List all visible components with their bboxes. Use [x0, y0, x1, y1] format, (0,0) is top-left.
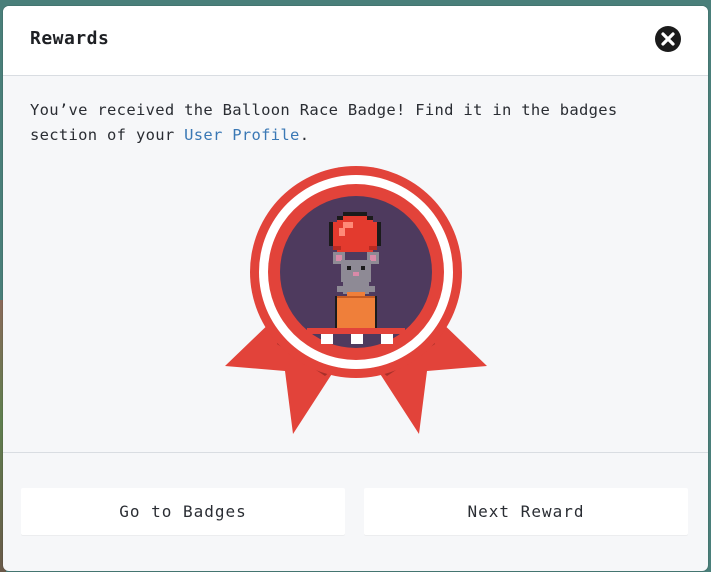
next-reward-button[interactable]: Next Reward [364, 488, 688, 535]
rewards-dialog: Rewards You’ve received the Balloon Race… [3, 6, 708, 571]
close-icon[interactable] [655, 26, 681, 52]
user-profile-link[interactable]: User Profile [184, 126, 300, 144]
message-end: . [299, 126, 310, 144]
footer-divider [3, 452, 708, 453]
dialog-header: Rewards [3, 6, 708, 76]
reward-message: You’ve received the Balloon Race Badge! … [30, 98, 670, 148]
dialog-title: Rewards [30, 28, 110, 49]
go-to-badges-button[interactable]: Go to Badges [21, 488, 345, 535]
balloon-race-badge-icon [225, 166, 487, 436]
message-text: You’ve received the Balloon Race Badge! … [30, 101, 618, 144]
